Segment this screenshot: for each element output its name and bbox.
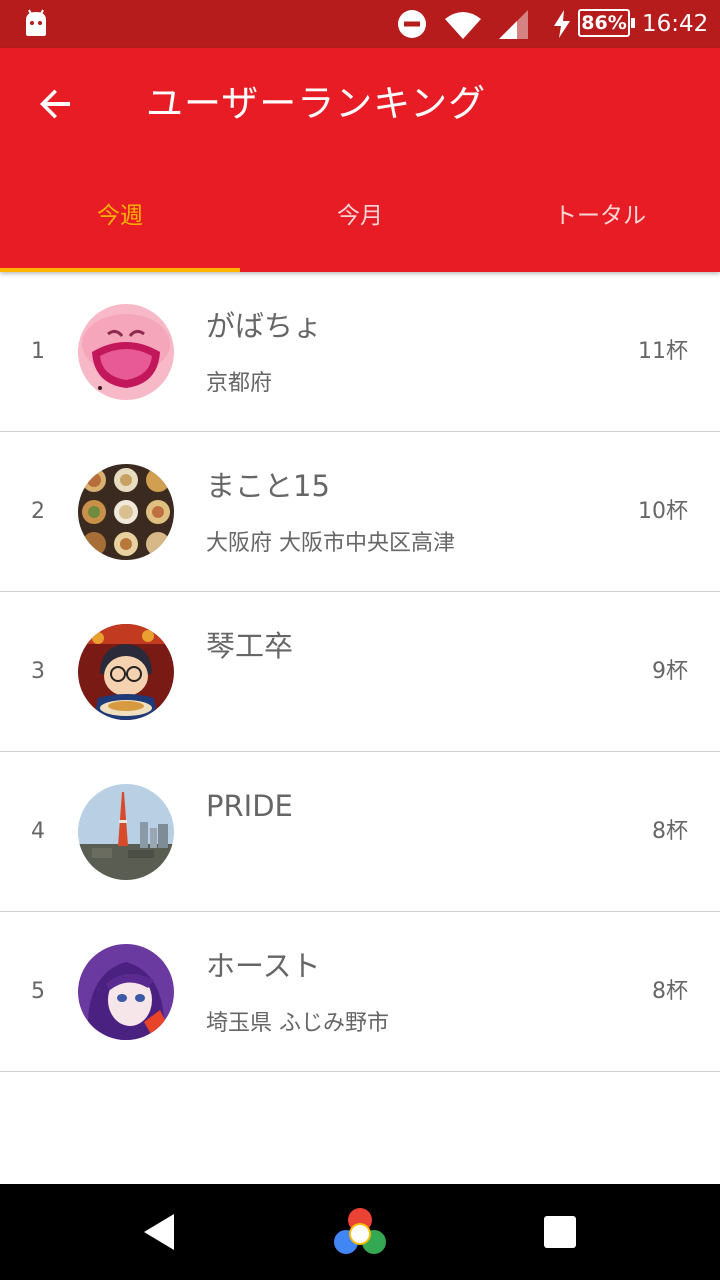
user-location: 埼玉県 ふじみ野市 bbox=[206, 1011, 389, 1036]
back-button[interactable] bbox=[30, 78, 82, 130]
ranking-row[interactable]: 3 琴工卒 9杯 bbox=[0, 592, 720, 752]
user-location: 大阪府 大阪市中央区高津 bbox=[206, 531, 455, 556]
user-name: 琴工卒 bbox=[206, 629, 294, 663]
battery-level: 86% bbox=[578, 9, 635, 37]
rank-number: 3 bbox=[31, 659, 45, 684]
ranking-row[interactable]: 1 がばちょ 京都府 11杯 bbox=[0, 272, 720, 432]
avatar bbox=[78, 944, 174, 1040]
cup-count: 10杯 bbox=[638, 499, 688, 524]
rank-number: 1 bbox=[31, 339, 45, 364]
ranking-row[interactable]: 4 PRIDE 8杯 bbox=[0, 752, 720, 912]
do-not-disturb-icon bbox=[398, 10, 426, 38]
user-name: まこと15 bbox=[206, 469, 330, 503]
nav-home-icon[interactable] bbox=[332, 1206, 388, 1262]
app-bar: ユーザーランキング 今週 今月 トータル bbox=[0, 48, 720, 272]
ranking-list: 1 がばちょ 京都府 11杯 2 まこと15 大阪府 大阪市中央区高津 10杯 … bbox=[0, 272, 720, 1072]
nav-back-icon[interactable] bbox=[138, 1208, 186, 1256]
android-debug-icon bbox=[26, 9, 46, 36]
status-bar: 86% 16:42 bbox=[0, 0, 720, 48]
arrow-left-icon bbox=[40, 89, 70, 119]
user-name: ホースト bbox=[206, 949, 321, 983]
tab-this-month[interactable]: 今月 bbox=[240, 180, 480, 272]
ranking-row[interactable]: 2 まこと15 大阪府 大阪市中央区高津 10杯 bbox=[0, 432, 720, 592]
rank-number: 5 bbox=[31, 979, 45, 1004]
tab-this-week[interactable]: 今週 bbox=[0, 180, 240, 272]
clock: 16:42 bbox=[642, 11, 709, 37]
navigation-bar bbox=[0, 1184, 720, 1280]
user-location bbox=[206, 686, 606, 722]
user-name: PRIDE bbox=[206, 789, 293, 823]
cup-count: 9杯 bbox=[652, 659, 688, 684]
avatar bbox=[78, 304, 174, 400]
wifi-icon bbox=[445, 12, 481, 39]
avatar bbox=[78, 624, 174, 720]
user-location bbox=[206, 846, 606, 882]
tab-bar: 今週 今月 トータル bbox=[0, 180, 720, 272]
ranking-row[interactable]: 5 ホースト 埼玉県 ふじみ野市 8杯 bbox=[0, 912, 720, 1072]
avatar bbox=[78, 464, 174, 560]
nav-recents-icon[interactable] bbox=[536, 1208, 584, 1256]
user-name: がばちょ bbox=[206, 309, 323, 343]
charging-icon bbox=[554, 10, 570, 38]
cell-signal-icon bbox=[499, 10, 528, 39]
cup-count: 11杯 bbox=[638, 339, 688, 364]
rank-number: 2 bbox=[31, 499, 45, 524]
rank-number: 4 bbox=[31, 819, 45, 844]
user-location: 京都府 bbox=[206, 371, 273, 396]
cup-count: 8杯 bbox=[652, 819, 688, 844]
cup-count: 8杯 bbox=[652, 979, 688, 1004]
page-title: ユーザーランキング bbox=[146, 82, 487, 125]
avatar bbox=[78, 784, 174, 880]
tab-total[interactable]: トータル bbox=[480, 180, 720, 272]
